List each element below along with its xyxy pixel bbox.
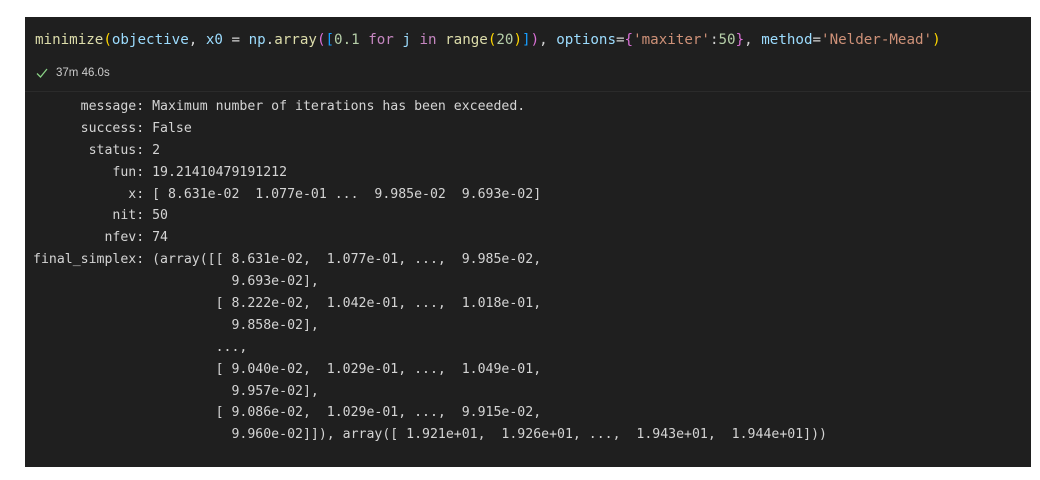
output-line: nfev: 74 xyxy=(33,230,168,246)
execution-status: 37m 46.0s xyxy=(36,64,110,82)
code-token: [ xyxy=(325,32,335,48)
code-token: 'Nelder-Mead' xyxy=(821,32,933,48)
code-token: array xyxy=(274,32,317,48)
code-token: . xyxy=(265,32,275,48)
code-token: range xyxy=(445,32,488,48)
code-token: ) xyxy=(932,32,941,48)
code-line[interactable]: minimize(objective, x0 = np.array([0.1 f… xyxy=(35,29,941,51)
code-token: ] xyxy=(522,32,531,48)
output-line: final_simplex: (array([[ 8.631e-02, 1.07… xyxy=(33,252,542,268)
output-line: status: 2 xyxy=(33,142,161,158)
output-line: 9.693e-02], xyxy=(33,274,319,290)
code-token: = xyxy=(812,32,822,48)
code-token: 20 xyxy=(496,32,514,48)
code-token: options xyxy=(556,32,616,48)
code-token: ) xyxy=(513,32,523,48)
output-line: [ 8.222e-02, 1.042e-01, ..., 1.018e-01, xyxy=(33,296,542,312)
code-token: minimize xyxy=(35,32,104,48)
code-token: np xyxy=(248,32,266,48)
code-token: = xyxy=(616,32,625,48)
code-token: , xyxy=(744,32,762,48)
code-token: method xyxy=(761,32,813,48)
code-token: in xyxy=(419,32,437,48)
code-token: ) xyxy=(530,32,540,48)
output-line: fun: 19.21410479191212 xyxy=(33,164,288,180)
output-text: message: Maximum number of iterations ha… xyxy=(33,96,827,446)
code-token: { xyxy=(624,32,634,48)
code-token: 50 xyxy=(718,32,736,48)
check-icon xyxy=(36,67,48,79)
code-cell[interactable]: minimize(objective, x0 = np.array([0.1 f… xyxy=(25,17,1031,91)
notebook-cell-frame: minimize(objective, x0 = np.array([0.1 f… xyxy=(25,17,1031,467)
code-token: objective xyxy=(111,32,189,48)
code-token: ( xyxy=(103,32,112,48)
output-line: x: [ 8.631e-02 1.077e-01 ... 9.985e-02 9… xyxy=(33,186,542,202)
output-line: 9.858e-02], xyxy=(33,317,319,333)
code-token: 'maxiter' xyxy=(633,32,710,48)
output-line: success: False xyxy=(33,120,192,136)
output-line: 9.957e-02], xyxy=(33,383,319,399)
code-token: } xyxy=(735,32,745,48)
output-line: [ 9.086e-02, 1.029e-01, ..., 9.915e-02, xyxy=(33,405,542,421)
code-token: j xyxy=(402,32,411,48)
output-line: ..., xyxy=(33,339,248,355)
cell-output: message: Maximum number of iterations ha… xyxy=(25,91,1031,467)
output-line: [ 9.040e-02, 1.029e-01, ..., 1.049e-01, xyxy=(33,361,542,377)
execution-duration: 37m 46.0s xyxy=(56,67,110,79)
output-line: 9.960e-02]]), array([ 1.921e+01, 1.926e+… xyxy=(33,427,827,443)
code-token: , xyxy=(188,32,206,48)
code-token: x0 xyxy=(205,32,223,48)
code-token: 0.1 xyxy=(334,32,360,48)
output-line: message: Maximum number of iterations ha… xyxy=(33,99,526,114)
code-token: , xyxy=(539,32,557,48)
code-token: : xyxy=(709,32,719,48)
code-token: = xyxy=(222,32,249,48)
code-token: for xyxy=(368,32,394,48)
output-line: nit: 50 xyxy=(33,208,168,224)
